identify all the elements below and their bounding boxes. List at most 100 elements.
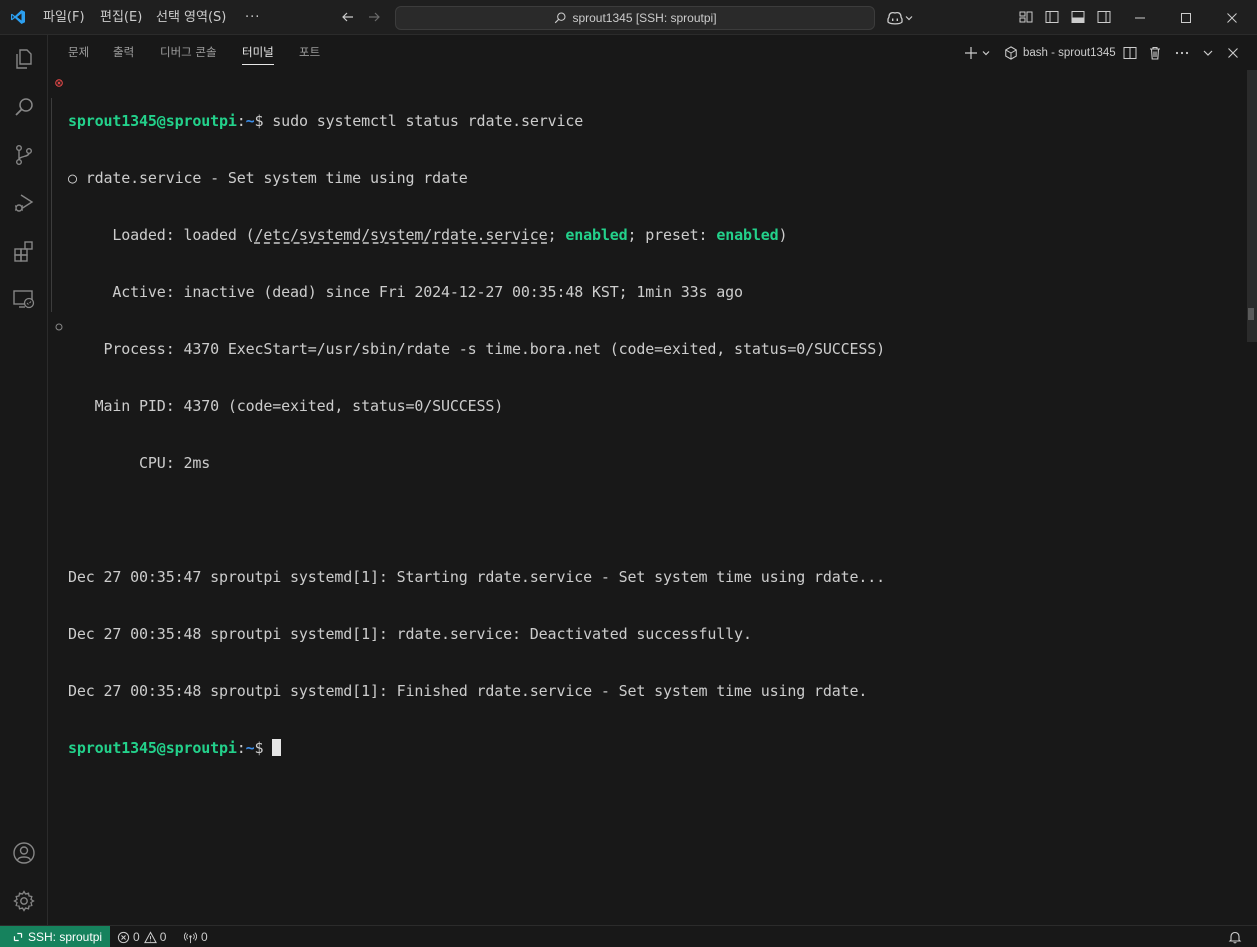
tab-output[interactable]: 출력 [113, 35, 134, 70]
menu-file[interactable]: 파일(F) [43, 0, 85, 35]
toggle-secondary-sidebar-icon[interactable] [1096, 9, 1112, 25]
extensions-icon [14, 241, 33, 262]
warning-count: 0 [159, 930, 167, 944]
kill-terminal-button[interactable] [1146, 44, 1164, 62]
command-decoration-icon[interactable] [55, 323, 63, 331]
remote-explorer-button[interactable] [0, 275, 48, 323]
terminal-line: ○ rdate.service - Set system time using … [68, 169, 468, 187]
source-control-icon [15, 145, 32, 166]
menu-edit[interactable]: 편집(E) [100, 0, 142, 35]
menu-more[interactable]: ··· [245, 0, 260, 35]
status-bar: SSH: sproutpi 0 0 0 [0, 925, 1257, 947]
ports-count: 0 [201, 930, 208, 944]
chevron-down-icon [905, 16, 913, 21]
explorer-button[interactable] [0, 35, 48, 83]
loaded-sep: ; [547, 226, 566, 244]
activity-bar [0, 35, 48, 925]
settings-gear-icon [13, 890, 35, 912]
plus-icon [965, 47, 977, 59]
prompt-path: ~ [245, 739, 255, 757]
command-center-label: sprout1345 [SSH: sproutpi] [572, 11, 717, 25]
loaded-pre: loaded ( [183, 226, 255, 244]
remote-explorer-icon [13, 290, 35, 309]
panel: 문제 출력 디버그 콘솔 터미널 포트 bash - sprout1345 sp… [48, 35, 1257, 925]
prompt-colon: : [236, 739, 246, 757]
more-actions-button[interactable] [1173, 44, 1191, 62]
split-terminal-button[interactable] [1121, 44, 1139, 62]
ellipsis-icon [1175, 51, 1189, 55]
toggle-panel-icon[interactable] [1070, 9, 1086, 25]
enabled-status: enabled [565, 226, 628, 244]
loaded-label: Loaded: [68, 226, 184, 244]
trash-icon [1150, 46, 1160, 60]
terminal-name: bash - sprout1345 [1023, 47, 1116, 59]
extensions-button[interactable] [0, 227, 48, 275]
terminal-line: sprout1345@sproutpi:~$ [68, 739, 885, 758]
tab-problems[interactable]: 문제 [68, 35, 89, 70]
remote-icon [13, 932, 23, 942]
tab-terminal[interactable]: 터미널 [242, 35, 274, 70]
search-icon [15, 98, 33, 116]
maximize-button[interactable] [1163, 0, 1209, 35]
radio-tower-icon [184, 931, 197, 943]
terminal-line: Dec 27 00:35:48 sproutpi systemd[1]: rda… [68, 625, 752, 643]
terminal-view[interactable]: sprout1345@sproutpi:~$ sudo systemctl st… [48, 70, 1257, 925]
loaded-end: ) [778, 226, 788, 244]
copilot-icon [887, 11, 903, 25]
minimize-button[interactable] [1117, 0, 1163, 35]
prompt-colon: : [236, 112, 246, 130]
copilot-button[interactable] [886, 8, 918, 28]
toggle-primary-sidebar-icon[interactable] [1044, 9, 1060, 25]
customize-layout-icon[interactable] [1018, 9, 1034, 25]
loaded-mid: ; preset: [627, 226, 717, 244]
remote-label: SSH: sproutpi [28, 930, 103, 944]
prompt-path: ~ [245, 112, 255, 130]
chevron-down-icon [1203, 50, 1213, 56]
vscode-logo-icon [11, 10, 25, 24]
terminal-line: Dec 27 00:35:48 sproutpi systemd[1]: Fin… [68, 682, 868, 700]
arrow-left-icon[interactable] [340, 9, 356, 25]
manage-button[interactable] [0, 877, 48, 925]
scrollbar-thumb[interactable] [1247, 70, 1257, 342]
terminal-line: Active: inactive (dead) since Fri 2024-1… [68, 283, 743, 301]
terminal-bash-icon [1005, 46, 1017, 60]
accounts-button[interactable] [0, 829, 48, 877]
unit-file-link[interactable]: /etc/systemd/system/rdate.service [255, 226, 548, 244]
source-control-button[interactable] [0, 131, 48, 179]
explorer-icon [16, 49, 32, 69]
close-window-button[interactable] [1209, 0, 1255, 35]
close-panel-button[interactable] [1224, 44, 1242, 62]
title-bar: 파일(F) 편집(E) 선택 영역(S) ··· sprout1345 [SSH… [0, 0, 1257, 35]
problems-status[interactable]: 0 0 [117, 926, 170, 947]
command-center[interactable]: sprout1345 [SSH: sproutpi] [395, 6, 875, 30]
close-icon [1227, 12, 1237, 23]
preset-status: enabled [716, 226, 779, 244]
error-icon [117, 931, 130, 943]
run-debug-icon [15, 194, 34, 212]
terminal-selector[interactable]: bash - sprout1345 [1004, 43, 1116, 63]
minimize-icon [1135, 17, 1145, 18]
search-button[interactable] [0, 83, 48, 131]
scrollbar-marker [1248, 308, 1254, 320]
maximize-panel-button[interactable] [1199, 44, 1217, 62]
command-output-bar [51, 98, 52, 312]
chevron-down-icon [982, 51, 990, 56]
prompt-user: sprout1345@sproutpi [68, 739, 237, 757]
terminal-line: Loaded: loaded (/etc/systemd/system/rdat… [68, 226, 885, 245]
search-icon [555, 12, 566, 24]
prompt-user: sprout1345@sproutpi [68, 112, 237, 130]
run-debug-button[interactable] [0, 179, 48, 227]
remote-indicator[interactable]: SSH: sproutpi [0, 926, 110, 947]
terminal-line: CPU: 2ms [68, 454, 211, 472]
menu-selection[interactable]: 선택 영역(S) [156, 0, 226, 35]
terminal-profile-dropdown[interactable] [980, 44, 992, 62]
tab-debug-console[interactable]: 디버그 콘솔 [160, 35, 217, 70]
command-failed-decoration-icon[interactable] [55, 79, 63, 87]
notification-bell-icon[interactable] [1228, 930, 1242, 944]
account-icon [13, 842, 35, 864]
tab-ports[interactable]: 포트 [299, 35, 320, 70]
new-terminal-button[interactable] [962, 44, 980, 62]
arrow-right-icon[interactable] [366, 9, 382, 25]
ports-status[interactable]: 0 [184, 926, 208, 947]
